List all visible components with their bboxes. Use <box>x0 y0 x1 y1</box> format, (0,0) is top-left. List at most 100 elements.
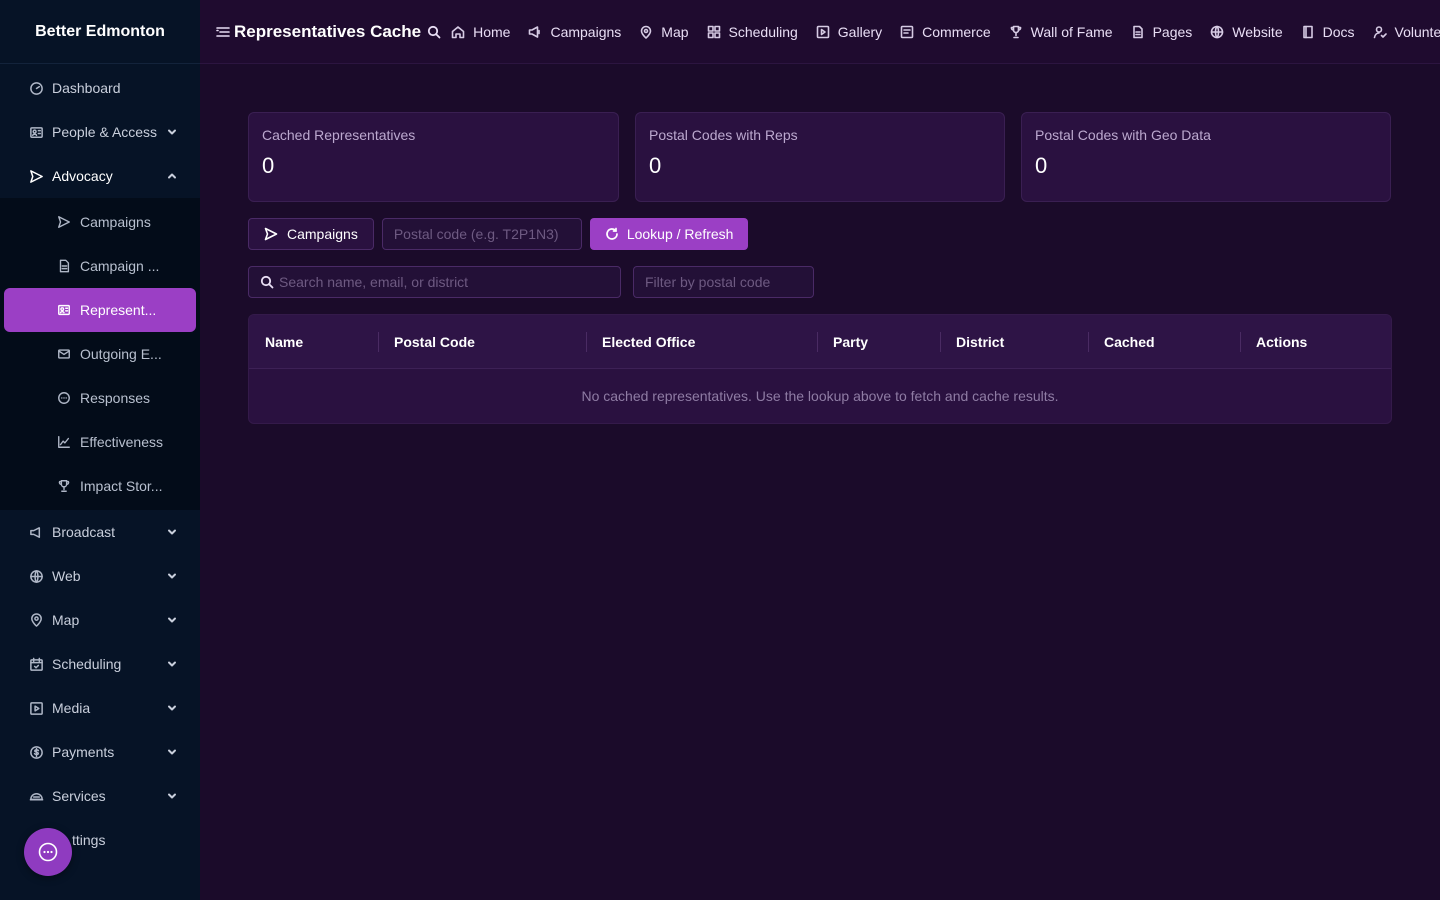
sidebar-item-services[interactable]: Services <box>0 774 200 818</box>
sidebar-item-label: Effectiveness <box>80 434 164 450</box>
sidebar-item-broadcast[interactable]: Broadcast <box>0 510 200 554</box>
stat-card-cached-representatives: Cached Representatives 0 <box>248 112 619 202</box>
megaphone-icon <box>528 25 542 39</box>
sidebar-item-advocacy[interactable]: Advocacy <box>0 154 200 198</box>
column-header-party[interactable]: Party <box>817 315 940 369</box>
chevron-down-icon <box>166 525 178 537</box>
search-field <box>248 266 621 298</box>
sidebar-item-label: Responses <box>80 390 151 406</box>
column-header-cached[interactable]: Cached <box>1088 315 1240 369</box>
chevron-up-icon <box>166 169 178 181</box>
stat-value: 0 <box>649 153 662 178</box>
send-icon <box>56 214 72 230</box>
chevron-down-icon <box>166 745 178 757</box>
topnav-label: Map <box>661 23 689 40</box>
megaphone-icon <box>28 524 44 540</box>
topnav-pages[interactable]: Pages <box>1131 23 1193 40</box>
sidebar-item-label: Media <box>52 700 91 716</box>
stat-value: 0 <box>262 153 275 178</box>
book-icon <box>1301 25 1315 39</box>
sidebar-item-scheduling[interactable]: Scheduling <box>0 642 200 686</box>
main-content: Cached Representatives 0 Postal Codes wi… <box>248 112 1392 424</box>
topnav-label: Volunteer <box>1394 23 1440 40</box>
topnav-gallery[interactable]: Gallery <box>816 24 882 40</box>
lookup-refresh-button[interactable]: Lookup / Refresh <box>589 218 749 250</box>
column-header-district[interactable]: District <box>940 315 1088 369</box>
topnav-scheduling[interactable]: Scheduling <box>707 24 798 40</box>
chevron-down-icon <box>166 125 178 137</box>
sidebar-item-label: Broadcast <box>52 524 116 540</box>
document-icon <box>1131 25 1145 39</box>
stat-card-postal-codes-with-reps: Postal Codes with Reps 0 <box>635 112 1005 202</box>
sidebar-item-web[interactable]: Web <box>0 554 200 598</box>
sidebar-subitem-campaign-pages[interactable]: Campaign ... <box>4 244 196 288</box>
topnav-home[interactable]: Home <box>451 24 510 40</box>
dollar-icon <box>28 744 44 760</box>
commerce-icon <box>900 25 914 39</box>
chevron-down-icon <box>166 789 178 801</box>
sidebar-item-map[interactable]: Map <box>0 598 200 642</box>
topnav-campaigns[interactable]: Campaigns <box>528 24 621 40</box>
chevron-down-icon <box>166 569 178 581</box>
sidebar-subitem-representatives[interactable]: Represent... <box>4 288 196 332</box>
column-header-elected-office[interactable]: Elected Office <box>586 315 817 369</box>
search-input[interactable] <box>248 266 621 298</box>
map-pin-icon <box>639 25 653 39</box>
search-icon[interactable] <box>427 25 441 39</box>
column-header-name[interactable]: Name <box>249 315 378 369</box>
volunteer-icon <box>1373 25 1387 39</box>
sidebar-subitem-campaigns[interactable]: Campaigns <box>4 200 196 244</box>
chat-button[interactable] <box>24 828 72 876</box>
sidebar-subitem-impact-stories[interactable]: Impact Stor... <box>4 464 196 508</box>
stat-label: Postal Codes with Reps <box>649 127 798 143</box>
campaigns-button[interactable]: Campaigns <box>248 218 374 250</box>
postal-filter-input[interactable] <box>633 266 814 298</box>
chevron-down-icon <box>166 701 178 713</box>
topnav-wall-of-fame[interactable]: Wall of Fame <box>1009 24 1113 40</box>
id-card-icon <box>56 302 72 318</box>
sidebar-item-dashboard[interactable]: Dashboard <box>0 66 200 110</box>
column-header-postal-code[interactable]: Postal Code <box>378 315 586 369</box>
sidebar-item-label: ttings <box>72 832 106 848</box>
topnav-volunteer[interactable]: Volunteer <box>1373 24 1440 40</box>
topnav-commerce[interactable]: Commerce <box>900 24 991 40</box>
campaigns-button-label: Campaigns <box>287 226 358 242</box>
globe-icon <box>1210 25 1224 39</box>
sidebar-subitem-effectiveness[interactable]: Effectiveness <box>4 420 196 464</box>
topnav-docs[interactable]: Docs <box>1301 24 1355 40</box>
stats-row: Cached Representatives 0 Postal Codes wi… <box>248 112 1392 202</box>
sidebar-item-label: Services <box>52 788 106 804</box>
postal-code-input[interactable] <box>381 218 582 250</box>
brand-title: Better Edmonton <box>0 0 200 64</box>
document-icon <box>56 258 72 274</box>
chat-icon <box>56 390 72 406</box>
menu-icon[interactable] <box>216 25 230 39</box>
sidebar-item-people-access[interactable]: People & Access <box>0 110 200 154</box>
app-root: Better Edmonton Dashboard People & Acces… <box>0 0 1440 900</box>
filter-row <box>248 266 1392 298</box>
topnav-map[interactable]: Map <box>639 23 689 40</box>
play-icon <box>816 25 830 39</box>
topnav-label: Pages <box>1152 23 1193 40</box>
stat-card-postal-codes-with-geo: Postal Codes with Geo Data 0 <box>1021 112 1391 202</box>
sidebar-subitem-responses[interactable]: Responses <box>4 376 196 420</box>
trophy-icon <box>56 478 72 494</box>
sidebar-subitem-outgoing-emails[interactable]: Outgoing E... <box>4 332 196 376</box>
refresh-icon <box>605 227 627 241</box>
topnav-label: Website <box>1232 23 1283 40</box>
topnav-label: Scheduling <box>728 23 798 40</box>
send-icon <box>28 168 44 184</box>
grid-icon <box>707 25 721 39</box>
sidebar-item-payments[interactable]: Payments <box>0 730 200 774</box>
stat-label: Postal Codes with Geo Data <box>1035 127 1211 143</box>
chevron-down-icon <box>166 613 178 625</box>
sidebar-item-label: Campaigns <box>80 214 151 230</box>
sidebar-item-label: Map <box>52 612 80 628</box>
sidebar-item-label: Advocacy <box>52 168 113 184</box>
sidebar-item-media[interactable]: Media <box>0 686 200 730</box>
topnav-label: Docs <box>1322 23 1355 40</box>
topnav-website[interactable]: Website <box>1210 23 1283 40</box>
calendar-icon <box>28 656 44 672</box>
services-icon <box>28 788 44 804</box>
globe-icon <box>28 568 44 584</box>
